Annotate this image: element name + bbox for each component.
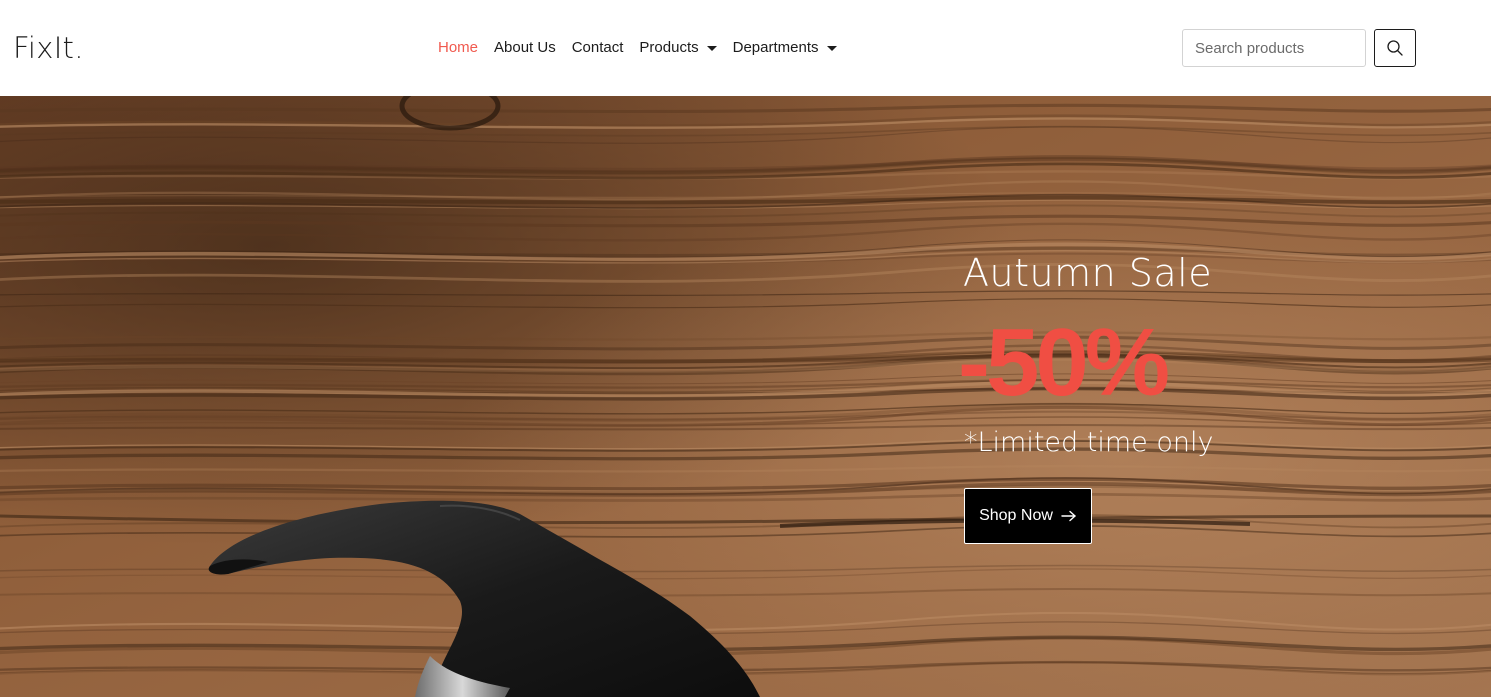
hero-note: *Limited time only (964, 427, 1214, 458)
main-nav: Home About Us Contact Products Departmen… (438, 37, 837, 59)
hero-banner: Autumn Sale -50% *Limited time only Shop… (0, 96, 1491, 697)
shop-now-button[interactable]: Shop Now (964, 488, 1092, 544)
nav-departments-label: Departments (732, 39, 819, 56)
nav-about-us[interactable]: About Us (494, 37, 556, 59)
hero-discount: -50% (958, 309, 1170, 416)
arrow-right-icon (1061, 510, 1076, 522)
nav-contact[interactable]: Contact (572, 37, 624, 59)
nav-home[interactable]: Home (438, 37, 478, 59)
caret-down-icon (826, 46, 837, 51)
nav-products-dropdown[interactable]: Products (639, 37, 717, 59)
search-input[interactable] (1182, 29, 1366, 67)
caret-down-icon (706, 46, 717, 51)
top-navbar: FixIt. Home About Us Contact Products De… (0, 0, 1491, 96)
shop-now-label: Shop Now (979, 507, 1053, 524)
search-icon (1387, 40, 1403, 56)
brand-logo[interactable]: FixIt. (13, 30, 84, 66)
nav-departments-dropdown[interactable]: Departments (733, 37, 837, 59)
hero-background-image (0, 96, 1491, 697)
nav-products-label: Products (639, 39, 699, 56)
search-button[interactable] (1374, 29, 1416, 67)
hero-title: Autumn Sale (963, 251, 1213, 295)
